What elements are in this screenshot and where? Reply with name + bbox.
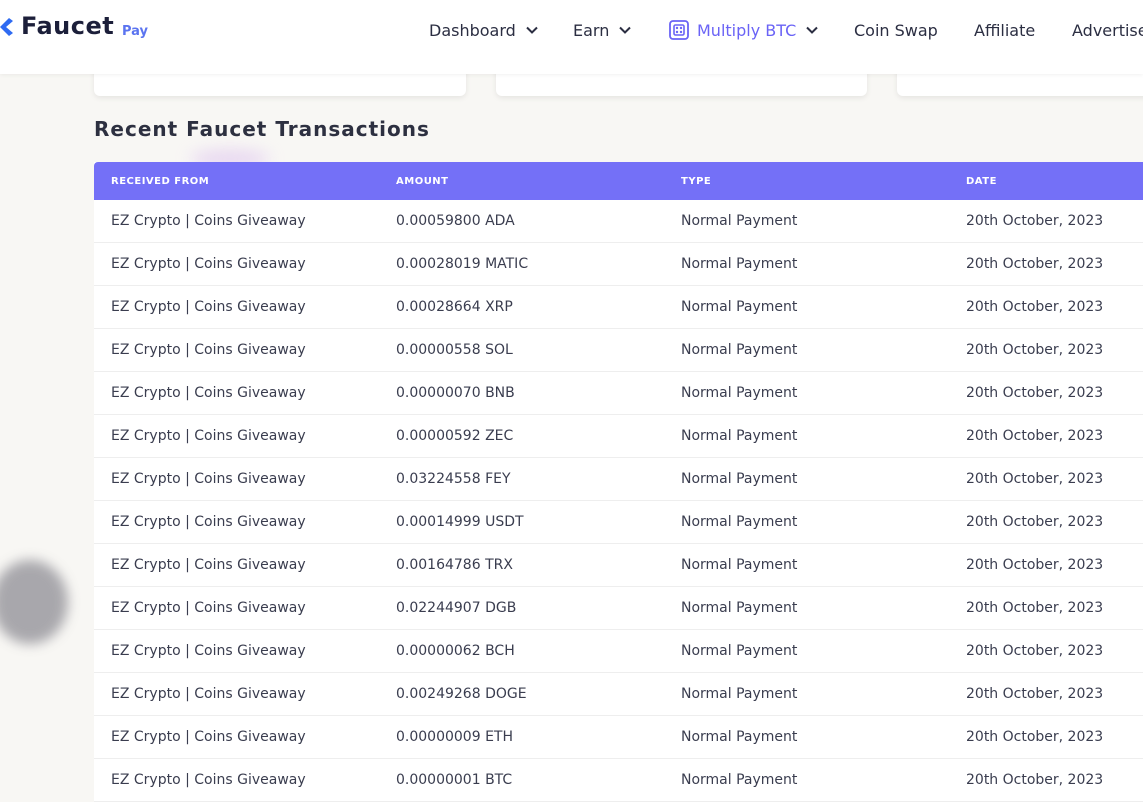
cell-received-from: EZ Crypto | Coins Giveaway: [111, 299, 306, 315]
nav-multiply-btc-label: Multiply BTC: [697, 20, 797, 40]
cell-received-from: EZ Crypto | Coins Giveaway: [111, 385, 306, 401]
table-row: EZ Crypto | Coins Giveaway 0.00164786 TRX…: [94, 544, 1143, 587]
nav-advertise-label: Advertise: [1072, 20, 1143, 40]
table-row: EZ Crypto | Coins Giveaway 0.00028664 XRP…: [94, 286, 1143, 329]
table-row: EZ Crypto | Coins Giveaway 0.00000062 BCH…: [94, 630, 1143, 673]
table-row: EZ Crypto | Coins Giveaway 0.00000558 SOL…: [94, 329, 1143, 372]
nav-multiply-btc[interactable]: Multiply BTC: [668, 18, 818, 42]
cell-type: Normal Payment: [681, 428, 798, 444]
table-row: EZ Crypto | Coins Giveaway 0.00000001 BTC…: [94, 759, 1143, 802]
nav-affiliate[interactable]: Affiliate: [974, 18, 1035, 42]
nav-affiliate-label: Affiliate: [974, 20, 1036, 40]
table-row: EZ Crypto | Coins Giveaway 0.00249268 DOG…: [94, 673, 1143, 716]
cell-amount: 0.00164786 TRX: [396, 557, 513, 573]
cell-amount: 0.00028664 XRP: [396, 299, 513, 315]
chevron-down-icon: [619, 26, 632, 34]
cell-type: Normal Payment: [681, 729, 798, 745]
cell-date: 20th October, 2023: [966, 686, 1104, 702]
cell-date: 20th October, 2023: [966, 514, 1104, 530]
table-body: EZ Crypto | Coins Giveaway 0.00059800 ADA…: [94, 200, 1143, 802]
column-header-amount[interactable]: AMOUNT: [396, 176, 449, 187]
cell-amount: 0.00000558 SOL: [396, 342, 513, 358]
cell-amount: 0.00000009 ETH: [396, 729, 513, 745]
chevron-down-icon: [526, 26, 538, 34]
cell-amount: 0.03224558 FEY: [396, 471, 511, 487]
cell-received-from: EZ Crypto | Coins Giveaway: [111, 342, 306, 358]
cell-date: 20th October, 2023: [966, 428, 1104, 444]
table-header: RECEIVED FROM AMOUNT TYPE DATE: [94, 162, 1143, 200]
chevron-down-icon: [806, 26, 818, 34]
cell-received-from: EZ Crypto | Coins Giveaway: [111, 213, 306, 229]
cell-amount: 0.00000070 BNB: [396, 385, 515, 401]
table-row: EZ Crypto | Coins Giveaway 0.00000070 BNB…: [94, 372, 1143, 415]
cell-date: 20th October, 2023: [966, 213, 1104, 229]
cell-type: Normal Payment: [681, 643, 798, 659]
cell-type: Normal Payment: [681, 471, 798, 487]
cell-amount: 0.00249268 DOGE: [396, 686, 527, 702]
cell-type: Normal Payment: [681, 557, 798, 573]
cell-received-from: EZ Crypto | Coins Giveaway: [111, 729, 306, 745]
table-row: EZ Crypto | Coins Giveaway 0.00014999 USD…: [94, 501, 1143, 544]
column-header-received-from[interactable]: RECEIVED FROM: [111, 176, 209, 187]
cell-received-from: EZ Crypto | Coins Giveaway: [111, 256, 306, 272]
nav-coin-swap[interactable]: Coin Swap: [854, 18, 938, 42]
cell-received-from: EZ Crypto | Coins Giveaway: [111, 514, 306, 530]
cell-type: Normal Payment: [681, 256, 798, 272]
nav-earn-label: Earn: [573, 20, 610, 40]
nav-coin-swap-label: Coin Swap: [854, 20, 938, 40]
cell-date: 20th October, 2023: [966, 557, 1104, 573]
cell-type: Normal Payment: [681, 213, 798, 229]
cell-date: 20th October, 2023: [966, 342, 1104, 358]
cell-date: 20th October, 2023: [966, 600, 1104, 616]
cell-received-from: EZ Crypto | Coins Giveaway: [111, 428, 306, 444]
cell-type: Normal Payment: [681, 342, 798, 358]
nav-advertise[interactable]: Advertise: [1072, 18, 1143, 42]
table-row: EZ Crypto | Coins Giveaway 0.00028019 MAT…: [94, 243, 1143, 286]
column-header-type[interactable]: TYPE: [681, 176, 711, 187]
transactions-table: RECEIVED FROM AMOUNT TYPE DATE EZ Crypto…: [94, 162, 1143, 802]
table-row: EZ Crypto | Coins Giveaway 0.00000009 ETH…: [94, 716, 1143, 759]
column-header-date[interactable]: DATE: [966, 176, 997, 187]
cell-date: 20th October, 2023: [966, 256, 1104, 272]
cell-received-from: EZ Crypto | Coins Giveaway: [111, 772, 306, 788]
cell-type: Normal Payment: [681, 385, 798, 401]
cell-date: 20th October, 2023: [966, 299, 1104, 315]
nav-dashboard[interactable]: Dashboard: [429, 18, 538, 42]
cell-date: 20th October, 2023: [966, 471, 1104, 487]
cell-date: 20th October, 2023: [966, 385, 1104, 401]
cell-amount: 0.00000001 BTC: [396, 772, 513, 788]
cell-amount: 0.00059800 ADA: [396, 213, 515, 229]
table-row: EZ Crypto | Coins Giveaway 0.00059800 ADA…: [94, 200, 1143, 243]
nav-dashboard-label: Dashboard: [429, 20, 516, 40]
floating-chat-bubble[interactable]: [0, 560, 68, 644]
cell-amount: 0.02244907 DGB: [396, 600, 517, 616]
cell-date: 20th October, 2023: [966, 729, 1104, 745]
cell-amount: 0.00014999 USDT: [396, 514, 524, 530]
cell-received-from: EZ Crypto | Coins Giveaway: [111, 643, 306, 659]
section-title: Recent Faucet Transactions: [94, 117, 430, 141]
table-row: EZ Crypto | Coins Giveaway 0.00000592 ZEC…: [94, 415, 1143, 458]
table-row: EZ Crypto | Coins Giveaway 0.03224558 FEY…: [94, 458, 1143, 501]
cell-received-from: EZ Crypto | Coins Giveaway: [111, 557, 306, 573]
cell-date: 20th October, 2023: [966, 643, 1104, 659]
cell-amount: 0.00028019 MATIC: [396, 256, 529, 272]
cell-amount: 0.00000062 BCH: [396, 643, 515, 659]
logo-suffix: Pay: [122, 24, 149, 39]
dice-icon: [669, 20, 689, 40]
logo-text: Faucet: [21, 12, 115, 40]
cell-date: 20th October, 2023: [966, 772, 1104, 788]
cell-type: Normal Payment: [681, 299, 798, 315]
cell-type: Normal Payment: [681, 514, 798, 530]
cell-received-from: EZ Crypto | Coins Giveaway: [111, 686, 306, 702]
cell-type: Normal Payment: [681, 772, 798, 788]
cell-amount: 0.00000592 ZEC: [396, 428, 514, 444]
table-row: EZ Crypto | Coins Giveaway 0.02244907 DGB…: [94, 587, 1143, 630]
nav-earn[interactable]: Earn: [573, 18, 632, 42]
top-navbar: Faucet Pay Dashboard Earn Multiply BTC C…: [0, 0, 1143, 74]
cell-type: Normal Payment: [681, 600, 798, 616]
cell-received-from: EZ Crypto | Coins Giveaway: [111, 471, 306, 487]
logo-chevron-icon: [0, 18, 13, 36]
cell-received-from: EZ Crypto | Coins Giveaway: [111, 600, 306, 616]
cell-type: Normal Payment: [681, 686, 798, 702]
